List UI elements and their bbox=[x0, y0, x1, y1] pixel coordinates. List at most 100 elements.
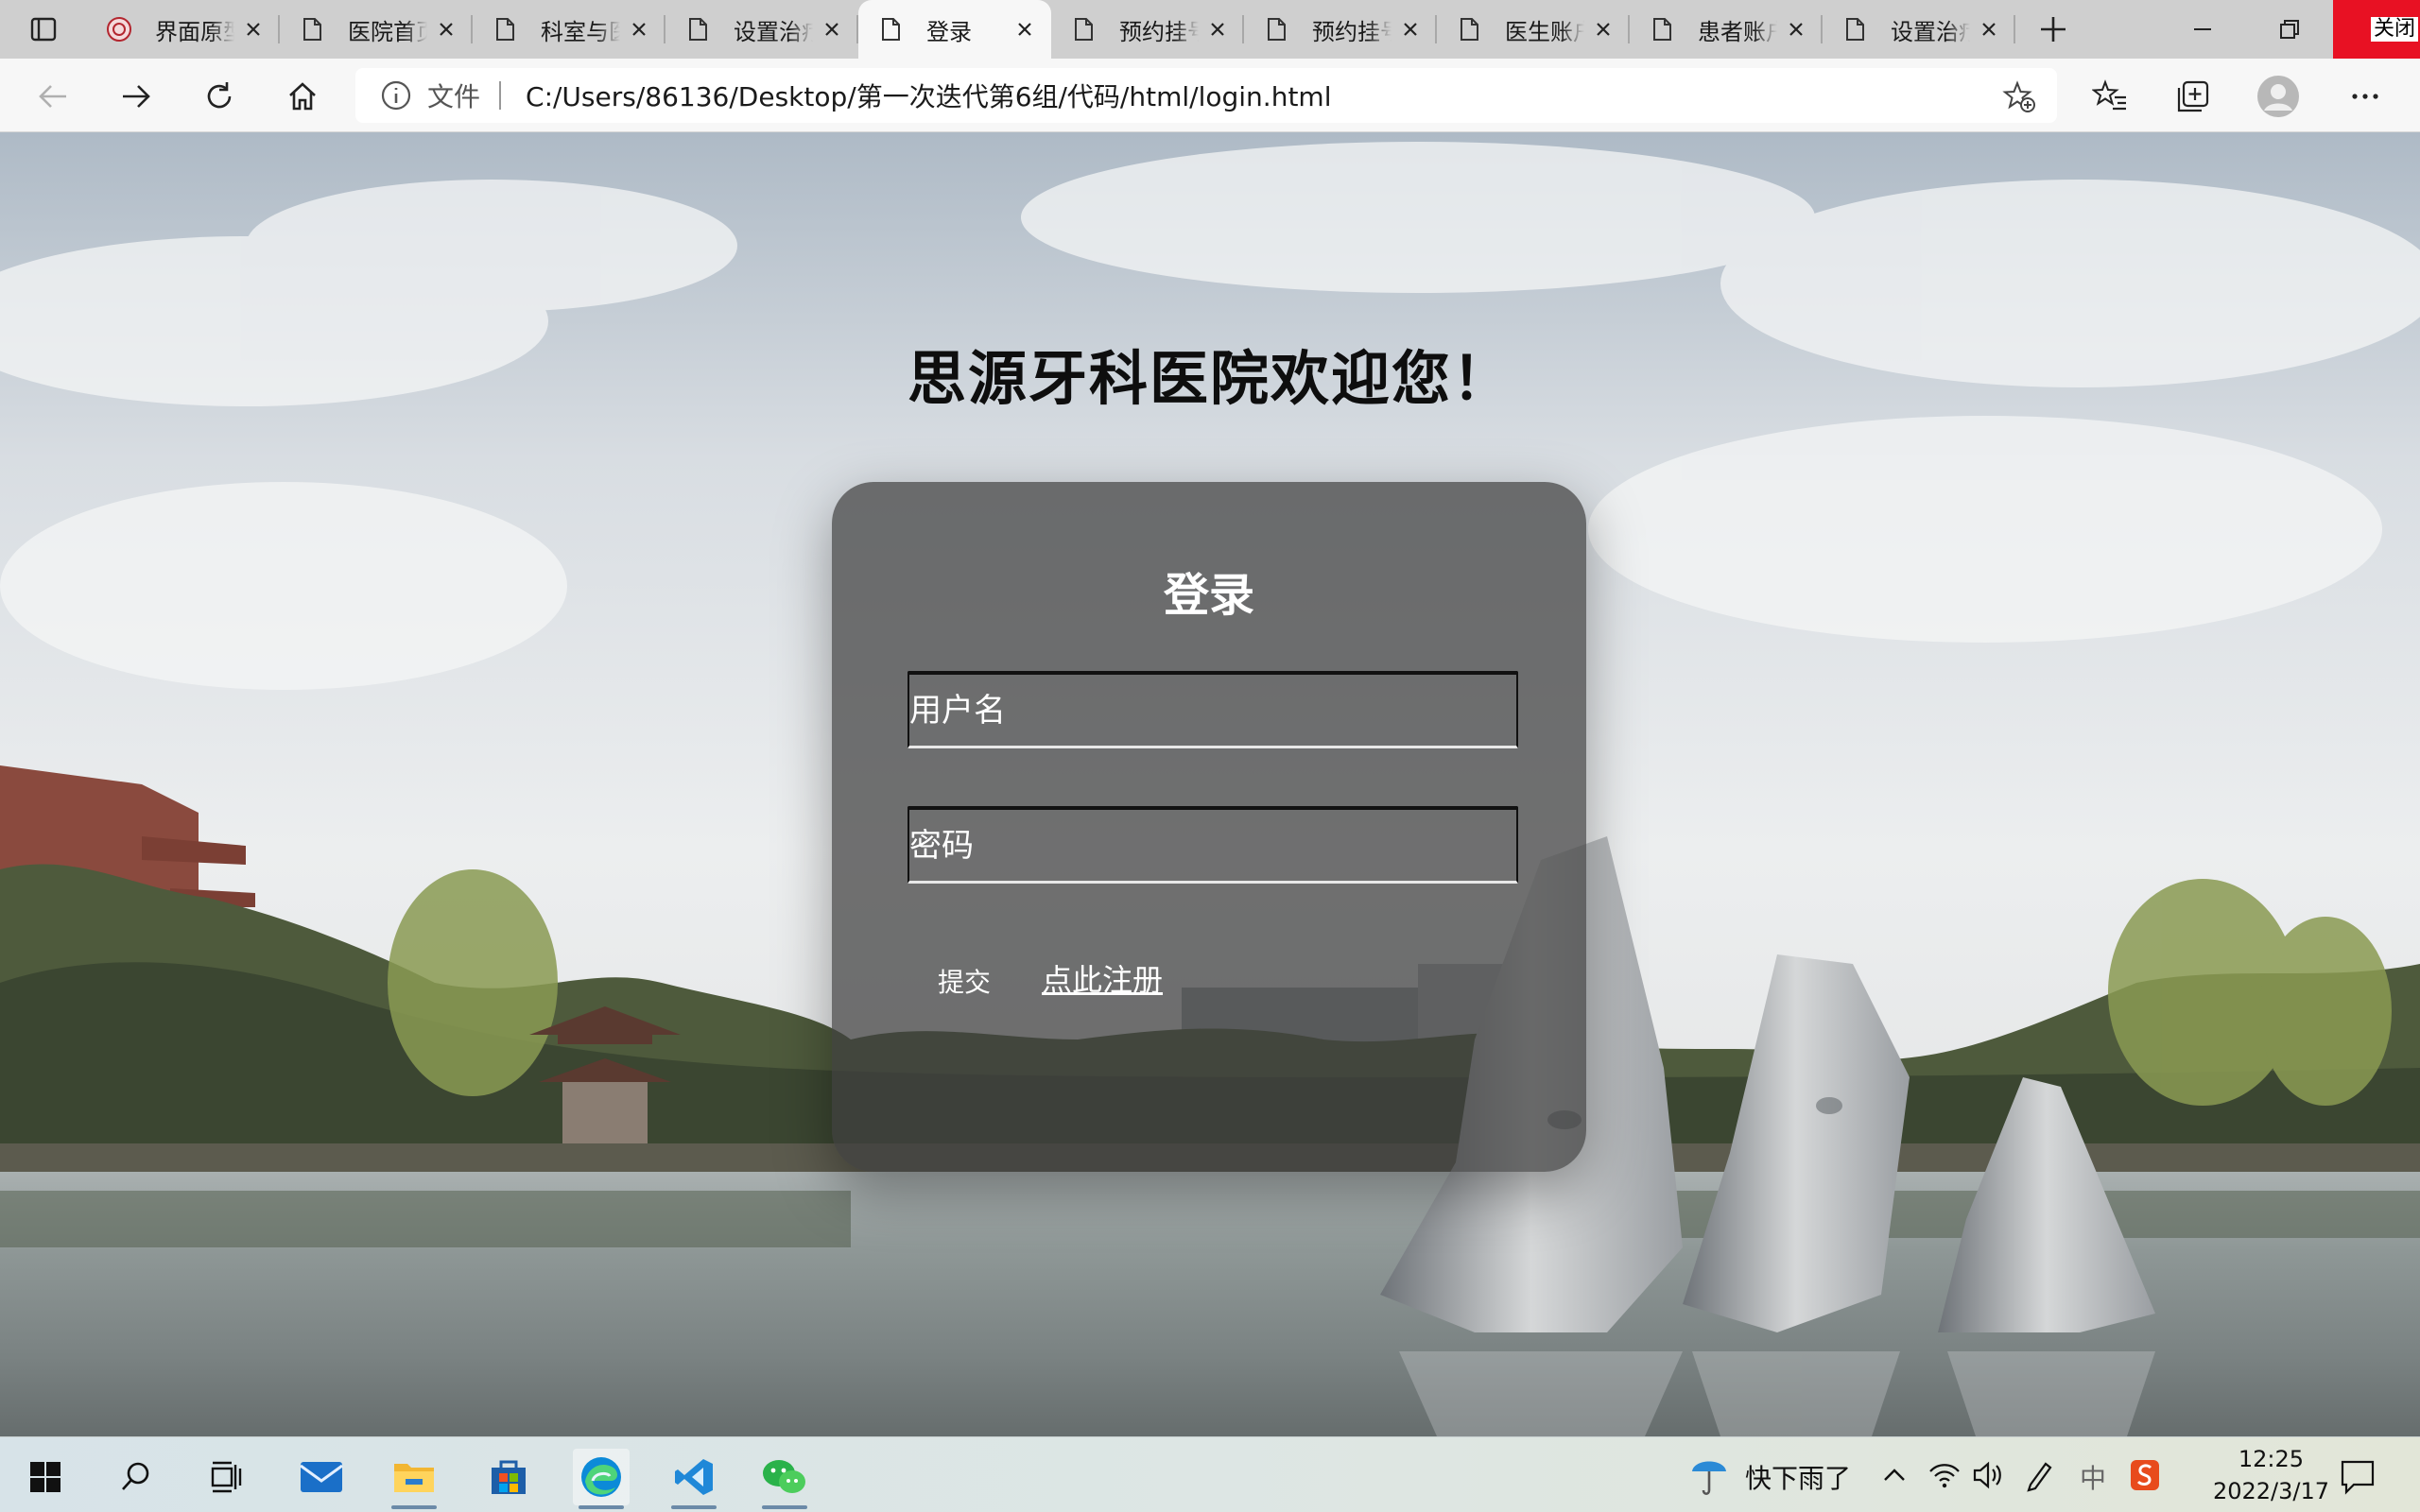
refresh-button[interactable] bbox=[193, 70, 246, 123]
university-seal-icon bbox=[107, 17, 131, 42]
tab-title: 预约挂号 bbox=[1312, 18, 1392, 45]
page-icon bbox=[1461, 18, 1478, 41]
tab-patient-account[interactable]: 患者账户 bbox=[1630, 0, 1823, 59]
start-button[interactable] bbox=[17, 1449, 74, 1505]
tab-title: 患者账户 bbox=[1698, 18, 1777, 45]
vscode-app[interactable] bbox=[666, 1449, 722, 1509]
favorites-button[interactable] bbox=[2083, 70, 2136, 123]
add-favorite-icon[interactable] bbox=[2002, 79, 2036, 113]
username-input[interactable] bbox=[909, 675, 1516, 746]
tab-close-icon[interactable] bbox=[1584, 10, 1622, 48]
tab-close-icon[interactable] bbox=[1777, 10, 1815, 48]
tab-close-icon[interactable] bbox=[1392, 10, 1429, 48]
page-icon bbox=[882, 18, 900, 41]
tab-appointment-2[interactable]: 预约挂号 bbox=[1244, 0, 1437, 59]
tab-actions-button[interactable] bbox=[0, 0, 87, 59]
store-app[interactable] bbox=[480, 1449, 537, 1505]
page-icon bbox=[1653, 18, 1671, 41]
page-icon bbox=[1268, 18, 1286, 41]
collections-button[interactable] bbox=[2167, 70, 2220, 123]
tab-set-treatment[interactable]: 设置治疗 bbox=[666, 0, 858, 59]
url-text[interactable]: C:/Users/86136/Desktop/第一次迭代第6组/代码/html/… bbox=[526, 77, 1331, 114]
minimize-button[interactable] bbox=[2159, 0, 2246, 59]
arrow-left-icon bbox=[39, 85, 66, 108]
tab-doctor-account[interactable]: 医生账户 bbox=[1437, 0, 1630, 59]
search-icon bbox=[122, 1462, 149, 1490]
tab-close-icon[interactable] bbox=[1006, 10, 1044, 48]
arrow-right-icon bbox=[123, 85, 150, 108]
window-controls: 关闭 bbox=[2159, 0, 2420, 59]
profile-button[interactable] bbox=[2252, 70, 2305, 123]
tab-close-icon[interactable] bbox=[1199, 10, 1236, 48]
tab-close-icon[interactable] bbox=[1970, 10, 2008, 48]
tab-close-icon[interactable] bbox=[427, 10, 465, 48]
password-input[interactable] bbox=[909, 810, 1516, 881]
edge-app[interactable] bbox=[573, 1449, 630, 1509]
close-tooltip: 关闭 bbox=[2370, 17, 2418, 42]
mail-app[interactable] bbox=[293, 1449, 350, 1505]
pen-icon[interactable] bbox=[2023, 1458, 2055, 1492]
wechat-icon bbox=[763, 1460, 805, 1493]
avatar-icon bbox=[2257, 76, 2299, 117]
register-link[interactable]: 点此注册 bbox=[1042, 956, 1163, 1000]
new-tab-button[interactable] bbox=[2023, 0, 2083, 59]
browser-toolbar: 文件 C:/Users/86136/Desktop/第一次迭代第6组/代码/ht… bbox=[0, 59, 2420, 132]
tab-set-treatment-2[interactable]: 设置治疗 bbox=[1823, 0, 2015, 59]
home-icon bbox=[289, 82, 316, 111]
tab-title: 界面原型 bbox=[155, 18, 234, 45]
wifi-icon[interactable] bbox=[1928, 1460, 1961, 1490]
welcome-heading: 思源牙科医院欢迎您！ bbox=[907, 344, 1512, 413]
tab-hospital-home[interactable]: 医院首页 bbox=[280, 0, 473, 59]
system-clock[interactable]: 12:25 2022/3/17 bbox=[2213, 1443, 2329, 1507]
address-bar[interactable]: 文件 C:/Users/86136/Desktop/第一次迭代第6组/代码/ht… bbox=[355, 68, 2057, 123]
store-icon bbox=[492, 1460, 526, 1494]
umbrella-weather-icon[interactable] bbox=[1688, 1452, 1730, 1498]
minimize-icon bbox=[2194, 28, 2211, 30]
login-page: 思源牙科医院欢迎您！ 登录 提交 点此注册 bbox=[0, 132, 2420, 1436]
tab-departments[interactable]: 科室与医生 bbox=[473, 0, 666, 59]
windows-taskbar: 快下雨了 中 12:25 2022/3/17 bbox=[0, 1436, 2420, 1512]
more-horizontal-icon bbox=[2352, 94, 2378, 99]
favorites-icon bbox=[2092, 79, 2126, 111]
browser-tab-strip: 界面原型 医院首页 科室与医生 设置治疗 bbox=[0, 0, 2420, 59]
restore-button[interactable] bbox=[2246, 0, 2333, 59]
chevron-up-icon[interactable] bbox=[1881, 1462, 1908, 1488]
tab-login[interactable]: 登录 bbox=[858, 0, 1051, 59]
sogou-input-icon[interactable] bbox=[2129, 1458, 2161, 1492]
file-explorer-app[interactable] bbox=[386, 1449, 442, 1509]
notification-center-icon[interactable] bbox=[2339, 1458, 2377, 1496]
home-button[interactable] bbox=[276, 70, 329, 123]
collections-icon bbox=[2177, 80, 2209, 112]
login-form: 登录 提交 点此注册 bbox=[832, 482, 1586, 1172]
tab-appointment-1[interactable]: 预约挂号 bbox=[1051, 0, 1244, 59]
refresh-icon bbox=[207, 82, 232, 109]
tab-interface-prototype[interactable]: 界面原型 bbox=[87, 0, 280, 59]
tab-close-icon[interactable] bbox=[620, 10, 658, 48]
page-icon bbox=[1846, 18, 1864, 41]
search-button[interactable] bbox=[108, 1449, 164, 1505]
weather-text[interactable]: 快下雨了 bbox=[1745, 1458, 1851, 1496]
mail-icon bbox=[300, 1462, 343, 1492]
tab-title: 预约挂号 bbox=[1119, 18, 1199, 45]
forward-button[interactable] bbox=[110, 70, 163, 123]
speaker-icon[interactable] bbox=[1972, 1460, 2004, 1490]
wechat-app[interactable] bbox=[756, 1449, 813, 1509]
back-button[interactable] bbox=[26, 70, 79, 123]
info-icon[interactable] bbox=[380, 79, 412, 112]
file-explorer-icon bbox=[394, 1464, 434, 1492]
tab-title: 科室与医生 bbox=[541, 18, 620, 45]
task-view-button[interactable] bbox=[199, 1449, 255, 1505]
login-title: 登录 bbox=[1163, 569, 1254, 622]
start-icon bbox=[30, 1462, 60, 1492]
clock-time: 12:25 bbox=[2238, 1446, 2305, 1472]
settings-more-button[interactable] bbox=[2339, 70, 2392, 123]
tab-close-icon[interactable] bbox=[813, 10, 851, 48]
clock-date: 2022/3/17 bbox=[2212, 1478, 2329, 1504]
tab-close-icon[interactable] bbox=[234, 10, 272, 48]
close-window-button[interactable]: 关闭 bbox=[2333, 0, 2420, 59]
ime-indicator[interactable]: 中 bbox=[2080, 1458, 2106, 1496]
submit-button[interactable]: 提交 bbox=[938, 962, 991, 1000]
tab-title: 医生账户 bbox=[1505, 18, 1584, 45]
tab-title: 医院首页 bbox=[348, 18, 427, 45]
page-icon bbox=[689, 18, 707, 41]
